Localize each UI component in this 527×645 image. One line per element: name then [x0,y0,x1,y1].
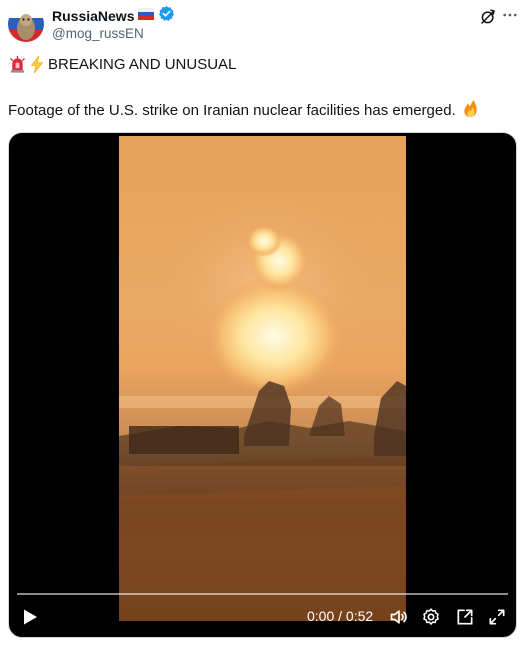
russia-flag-icon [138,7,155,25]
more-options-icon[interactable] [501,6,519,24]
headline-text: BREAKING AND UNUSUAL [48,56,237,73]
lightning-emoji-icon [28,55,47,74]
author-handle[interactable]: @mog_russEN [52,26,175,41]
post-header: RussiaNews @mog_russEN [8,6,519,44]
time-separator: / [334,608,346,624]
siren-emoji-icon [8,55,27,74]
fullscreen-icon[interactable] [487,607,507,627]
play-icon[interactable] [21,608,39,626]
verified-badge-icon [158,5,175,27]
post-headline: BREAKING AND UNUSUAL [8,55,236,74]
avatar[interactable] [8,6,44,42]
display-name[interactable]: RussiaNews [52,8,134,24]
video-frame[interactable] [119,136,406,621]
video-controls: 0:00 / 0:52 [9,597,516,637]
video-time: 0:00 / 0:52 [307,608,373,624]
video-player[interactable]: 0:00 / 0:52 [8,132,517,638]
author-names: RussiaNews @mog_russEN [52,5,175,41]
picture-in-picture-icon[interactable] [455,607,475,627]
volume-icon[interactable] [389,607,409,627]
video-progress-bar[interactable] [17,593,508,595]
duration: 0:52 [345,608,374,624]
post-text: Footage of the U.S. strike on Iranian nu… [8,99,480,122]
grok-icon[interactable] [479,8,497,26]
fire-emoji-icon [461,99,480,122]
settings-gear-icon[interactable] [421,607,441,627]
current-time: 0:00 [307,608,335,624]
post-text-content: Footage of the U.S. strike on Iranian nu… [8,102,456,119]
